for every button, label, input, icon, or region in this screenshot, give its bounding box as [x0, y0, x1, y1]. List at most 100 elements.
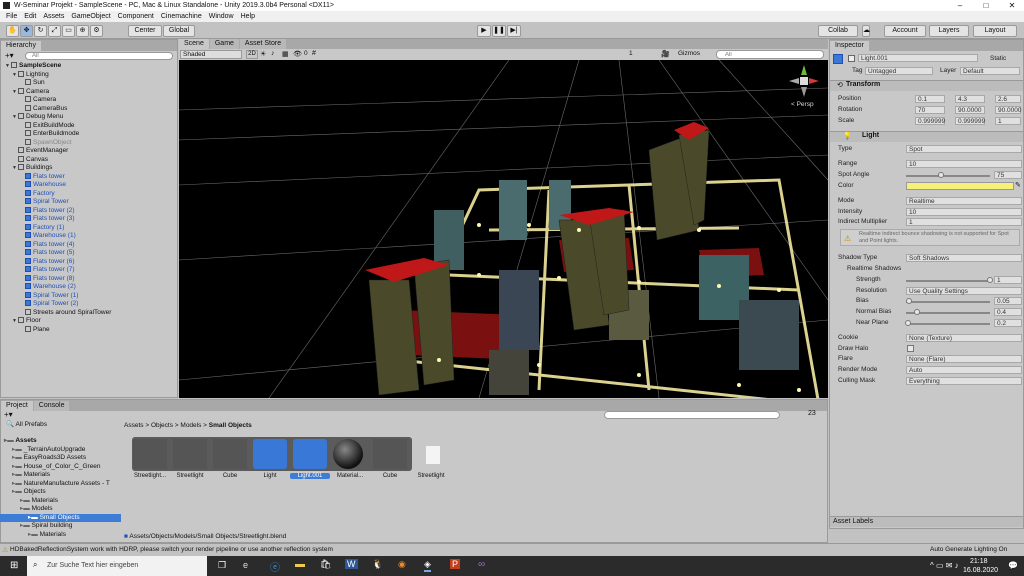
taskbar-search[interactable]: ⌕ Zur Suche Text hier eingeben	[27, 556, 207, 576]
near-plane-knob[interactable]	[904, 320, 911, 326]
system-tray-icons[interactable]: ^ ▭ ✉ ♪	[930, 561, 959, 570]
move-tool-icon[interactable]: ✥	[20, 25, 33, 37]
breadcrumb-small-objects[interactable]: Small Objects	[209, 422, 252, 429]
object-name-field[interactable]: Light.001	[858, 54, 978, 62]
light-header[interactable]	[830, 131, 1023, 142]
favorites-all-prefabs[interactable]: 🔍 All Prefabs	[0, 420, 121, 429]
tab-hierarchy[interactable]: Hierarchy	[1, 41, 41, 51]
hierarchy-item[interactable]: SpawnObject	[1, 138, 177, 148]
hierarchy-item[interactable]: Flats tower (6)	[1, 257, 177, 267]
near-plane-field[interactable]: 0.2	[994, 319, 1022, 327]
spot-angle-field[interactable]: 75	[994, 171, 1022, 179]
project-folder-item[interactable]: ▸▬ Models	[0, 505, 121, 514]
tab-inspector[interactable]: Inspector	[830, 41, 869, 51]
clock-time[interactable]: 21:18	[970, 558, 988, 565]
resolution-dropdown[interactable]: Use Quality Settings	[906, 287, 1022, 295]
hierarchy-item[interactable]: Flats tower (4)	[1, 240, 177, 250]
project-folder-item[interactable]: ▸▬ EasyRoads3D Assets	[0, 454, 121, 463]
render-mode-dropdown[interactable]: Auto	[906, 366, 1022, 374]
hierarchy-item[interactable]: Spiral Tower (1)	[1, 291, 177, 301]
menu-gameobject[interactable]: GameObject	[71, 13, 110, 20]
scene-viewport[interactable]: < Persp	[179, 60, 828, 398]
hierarchy-item[interactable]: ▼ Buildings	[1, 164, 177, 173]
hidden-objects-icon[interactable]: 👁	[293, 50, 302, 58]
2d-toggle[interactable]: 2D	[246, 50, 258, 59]
hierarchy-item[interactable]: Flats tower (3)	[1, 215, 177, 224]
play-button[interactable]: ▶	[477, 25, 491, 37]
tab-scene[interactable]: Scene	[179, 39, 209, 49]
project-folder-item[interactable]: ▸▬ NatureManufacture Assets - T	[0, 480, 121, 489]
auto-generate-lighting[interactable]: Auto Generate Lighting On	[930, 546, 1007, 553]
project-folder-item[interactable]: ▸▬ Objects	[0, 488, 121, 497]
menu-edit[interactable]: Edit	[24, 13, 36, 20]
scene-gizmo[interactable]	[789, 65, 819, 99]
hierarchy-item[interactable]: Spiral Tower	[1, 198, 177, 207]
asset-thumbnail[interactable]	[253, 439, 287, 469]
audio-toggle-icon[interactable]: ♪	[271, 50, 275, 57]
type-dropdown[interactable]: Spot	[906, 145, 1022, 153]
tab-game[interactable]: Game	[209, 39, 239, 49]
hierarchy-item[interactable]: ▼ SampleScene	[1, 62, 177, 71]
active-checkbox[interactable]	[848, 55, 855, 62]
custom-tool-icon[interactable]: ⚙	[90, 25, 103, 37]
scale-x-field[interactable]: 0.999999	[915, 117, 945, 125]
hierarchy-item[interactable]: EnterBuildmode	[1, 130, 177, 139]
near-plane-slider[interactable]	[906, 323, 990, 325]
position-z-field[interactable]: 2.6	[995, 95, 1021, 103]
breadcrumb-assets[interactable]: Assets	[124, 422, 144, 429]
strength-knob[interactable]	[987, 277, 993, 283]
cookie-field[interactable]: None (Texture)	[906, 334, 1022, 342]
hierarchy-item[interactable]: Canvas	[1, 155, 177, 165]
cloud-icon[interactable]: ☁	[862, 25, 870, 37]
project-folder-item[interactable]: ▸▬ House_of_Color_C_Green	[0, 463, 121, 472]
hierarchy-item[interactable]: Streets around SpiralTower	[1, 308, 177, 318]
pivot-center-toggle[interactable]: Center	[128, 25, 162, 37]
lighting-toggle-icon[interactable]: ☀	[260, 50, 266, 58]
file-explorer-icon[interactable]: ▬	[295, 559, 305, 570]
rotation-z-field[interactable]: 90.0000	[995, 106, 1022, 114]
status-message[interactable]: HDBakedReflectionSystem work with HDRP, …	[10, 546, 333, 553]
flare-field[interactable]: None (Flare)	[906, 355, 1022, 363]
hierarchy-item[interactable]: Camera	[1, 96, 177, 105]
hierarchy-item[interactable]: ▼ Floor	[1, 317, 177, 326]
scale-tool-icon[interactable]: ⤢	[48, 25, 61, 37]
scale-z-field[interactable]: 1	[995, 117, 1021, 125]
notifications-icon[interactable]: 💬	[1008, 561, 1018, 570]
shadow-type-dropdown[interactable]: Soft Shadows	[906, 254, 1022, 262]
bias-slider[interactable]	[906, 301, 990, 303]
asset-thumbnail[interactable]	[373, 439, 407, 469]
layer-dropdown[interactable]: Default	[960, 67, 1020, 75]
transform-tool-icon[interactable]: ⊕	[76, 25, 89, 37]
hierarchy-item[interactable]: Flats tower (2)	[1, 206, 177, 216]
hierarchy-item[interactable]: Flats tower (5)	[1, 249, 177, 258]
color-swatch[interactable]	[906, 182, 1014, 190]
strength-slider[interactable]	[906, 280, 990, 282]
store-icon[interactable]: 🛍	[320, 559, 331, 570]
shading-mode-dropdown[interactable]: Shaded	[180, 50, 242, 59]
close-button[interactable]: ✕	[1000, 0, 1024, 11]
project-folder-item[interactable]: ▸▬ Materials	[0, 531, 121, 540]
indirect-multiplier-field[interactable]: 1	[906, 218, 1022, 226]
clock-date[interactable]: 16.08.2020	[963, 567, 998, 574]
hierarchy-item[interactable]: Flats tower (8)	[1, 274, 177, 284]
scale-y-field[interactable]: 0.999999	[955, 117, 985, 125]
visual-studio-icon[interactable]: ∞	[478, 559, 485, 570]
hierarchy-item[interactable]: Sun	[1, 79, 177, 88]
hierarchy-item[interactable]: Flats tower	[1, 172, 177, 182]
edge-icon[interactable]: e	[243, 560, 248, 570]
position-y-field[interactable]: 4.3	[955, 95, 985, 103]
hierarchy-item[interactable]: ▼ Lighting	[1, 70, 177, 80]
hierarchy-item[interactable]: Warehouse (2)	[1, 283, 177, 292]
hierarchy-item[interactable]: Plane	[1, 325, 177, 335]
hierarchy-search-input[interactable]	[25, 52, 173, 60]
project-folder-item[interactable]: ▸▬ Assets	[0, 437, 121, 446]
hierarchy-item[interactable]: Flats tower (7)	[1, 266, 177, 275]
menu-cinemachine[interactable]: Cinemachine	[161, 13, 202, 20]
breadcrumb-models[interactable]: Models	[180, 422, 201, 429]
hierarchy-item[interactable]: EventManager	[1, 147, 177, 156]
normal-bias-knob[interactable]	[913, 309, 920, 315]
pause-button[interactable]: ❚❚	[492, 25, 506, 37]
breadcrumb-objects[interactable]: Objects	[151, 422, 173, 429]
intensity-field[interactable]: 10	[906, 208, 1022, 216]
hierarchy-item[interactable]: ▼ Debug Menu	[1, 113, 177, 122]
